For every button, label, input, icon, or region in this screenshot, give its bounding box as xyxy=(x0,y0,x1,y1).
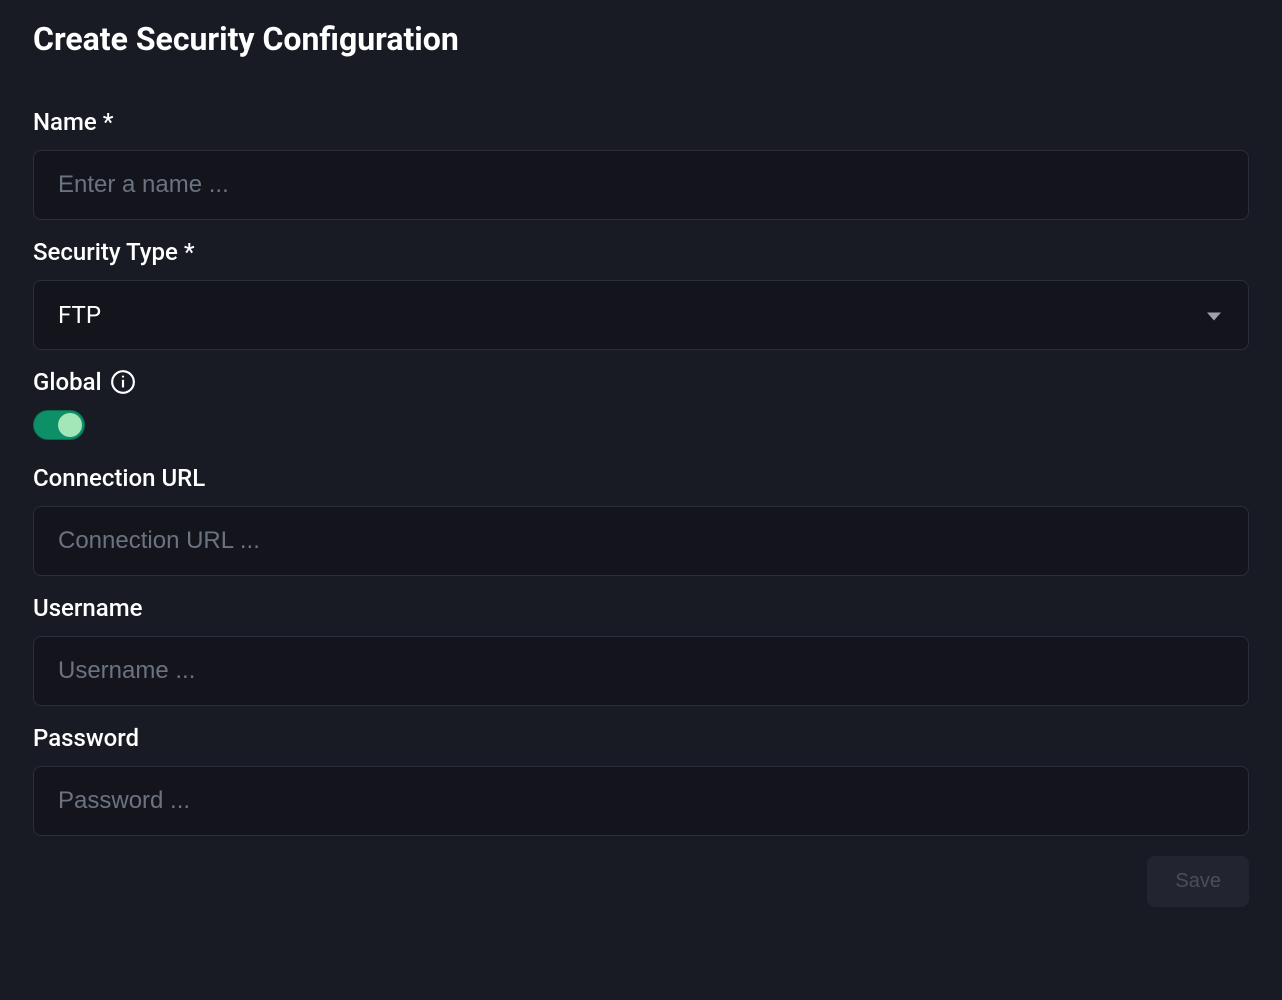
connection-url-label: Connection URL xyxy=(33,464,1249,492)
global-toggle[interactable] xyxy=(33,410,85,440)
connection-url-input[interactable] xyxy=(33,506,1249,576)
name-field-group: Name * xyxy=(33,108,1249,220)
toggle-thumb xyxy=(58,413,82,437)
page-title: Create Security Configuration xyxy=(33,20,1249,58)
security-type-field-group: Security Type * FTP xyxy=(33,238,1249,350)
global-field-group: Global xyxy=(33,368,1249,440)
info-icon[interactable] xyxy=(110,369,136,395)
security-type-select-wrapper: FTP xyxy=(33,280,1249,350)
security-type-select[interactable]: FTP xyxy=(33,280,1249,350)
name-input[interactable] xyxy=(33,150,1249,220)
save-button[interactable]: Save xyxy=(1147,856,1249,907)
username-input[interactable] xyxy=(33,636,1249,706)
security-type-label: Security Type * xyxy=(33,238,1249,266)
connection-url-field-group: Connection URL xyxy=(33,464,1249,576)
name-label: Name * xyxy=(33,108,1249,136)
global-label-row: Global xyxy=(33,368,1249,396)
password-label: Password xyxy=(33,724,1249,752)
username-field-group: Username xyxy=(33,594,1249,706)
username-label: Username xyxy=(33,594,1249,622)
button-row: Save xyxy=(33,856,1249,907)
password-field-group: Password xyxy=(33,724,1249,836)
global-label: Global xyxy=(33,368,102,396)
password-input[interactable] xyxy=(33,766,1249,836)
